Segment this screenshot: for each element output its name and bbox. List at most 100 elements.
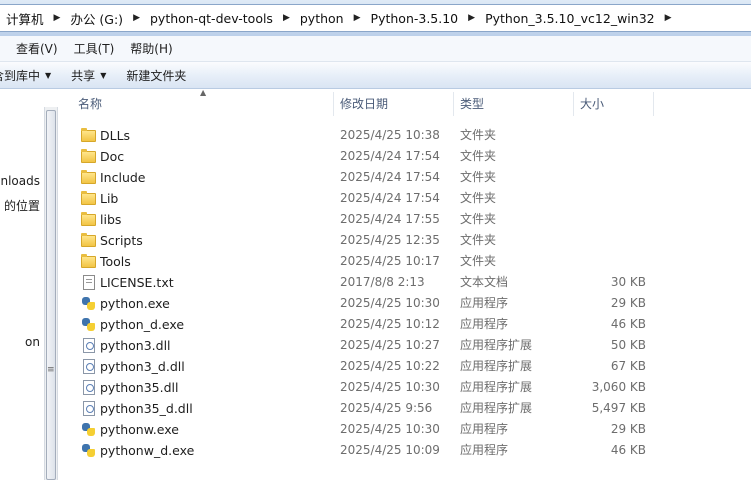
column-header-name[interactable]: 名称: [58, 92, 334, 116]
column-header-modified[interactable]: 修改日期: [334, 92, 454, 116]
file-type: 应用程序扩展: [460, 380, 533, 394]
python-icon: [81, 317, 96, 332]
file-size: 5,497 KB: [591, 401, 646, 415]
file-modified-date: 2025/4/25 10:30: [340, 380, 440, 394]
command-bar: 含到库中 ▼ 共享 ▼ 新建文件夹: [0, 62, 751, 89]
dll-file-icon: [83, 359, 95, 374]
file-size: 30 KB: [610, 275, 646, 289]
file-row[interactable]: python35.dll 2025/4/25 10:30 应用程序扩展 3,060 K…: [58, 377, 751, 398]
file-row[interactable]: pythonw_d.exe 2025/4/25 10:09 应用程序 46 KB: [58, 440, 751, 461]
chevron-right-icon[interactable]: ▶: [50, 13, 65, 23]
file-modified-date: 2025/4/25 10:09: [340, 443, 440, 457]
menu-view[interactable]: 查看(V): [0, 40, 66, 57]
file-row[interactable]: python3_d.dll 2025/4/25 10:22 应用程序扩展 67 KB: [58, 356, 751, 377]
python-icon: [81, 422, 96, 437]
column-header-size[interactable]: 大小: [574, 92, 654, 116]
file-size: 29 KB: [610, 422, 646, 436]
breadcrumb-python-qt-dev-tools[interactable]: python-qt-dev-tools: [144, 11, 279, 26]
column-header-row: ▲ 名称 修改日期 类型 大小: [58, 88, 751, 116]
nav-item-partial[interactable]: on: [25, 335, 40, 349]
share-label: 共享: [71, 68, 96, 83]
scrollbar-thumb[interactable]: [46, 110, 56, 480]
file-row[interactable]: Tools 2025/4/25 10:17 文件夹: [58, 251, 751, 272]
folder-icon: [81, 149, 96, 163]
python-icon: [81, 443, 96, 458]
file-type: 文件夹: [460, 170, 497, 184]
file-name: python35.dll: [100, 380, 179, 395]
file-type: 文件夹: [460, 128, 497, 142]
chevron-right-icon[interactable]: ▶: [661, 13, 676, 23]
file-row[interactable]: libs 2025/4/24 17:55 文件夹: [58, 209, 751, 230]
include-in-library-label: 含到库中: [0, 68, 41, 83]
file-name: python3.dll: [100, 338, 171, 353]
folder-icon: [81, 233, 96, 247]
file-row[interactable]: Include 2025/4/24 17:54 文件夹: [58, 167, 751, 188]
file-type: 应用程序: [460, 317, 509, 331]
breadcrumb-python[interactable]: python: [294, 11, 350, 26]
python-icon: [81, 296, 96, 311]
share-button[interactable]: 共享 ▼: [61, 67, 116, 84]
breadcrumb-computer[interactable]: 计算机: [0, 9, 50, 28]
file-modified-date: 2025/4/24 17:55: [340, 212, 440, 226]
breadcrumb-python-3510[interactable]: Python-3.5.10: [365, 11, 465, 26]
folder-icon: [81, 254, 96, 268]
dll-file-icon: [83, 401, 95, 416]
file-size: 29 KB: [610, 296, 646, 310]
column-header-type[interactable]: 类型: [454, 92, 574, 116]
file-type: 应用程序扩展: [460, 401, 533, 415]
chevron-right-icon[interactable]: ▶: [350, 13, 365, 23]
navigation-scrollbar[interactable]: ≡: [44, 107, 58, 480]
menu-help[interactable]: 帮助(H): [122, 40, 180, 57]
address-bar: 计算机 ▶ 办公 (G:) ▶ python-qt-dev-tools ▶ py…: [0, 0, 751, 36]
file-size: 46 KB: [610, 443, 646, 457]
dll-file-icon: [83, 380, 95, 395]
chevron-right-icon[interactable]: ▶: [129, 13, 144, 23]
file-modified-date: 2025/4/24 17:54: [340, 170, 440, 184]
file-name: pythonw_d.exe: [100, 443, 195, 458]
dropdown-arrow-icon: ▼: [45, 70, 52, 80]
chevron-right-icon[interactable]: ▶: [464, 13, 479, 23]
file-type: 文件夹: [460, 233, 497, 247]
breadcrumb[interactable]: 计算机 ▶ 办公 (G:) ▶ python-qt-dev-tools ▶ py…: [0, 4, 751, 32]
chevron-right-icon[interactable]: ▶: [279, 13, 294, 23]
file-row[interactable]: LICENSE.txt 2017/8/8 2:13 文本文档 30 KB: [58, 272, 751, 293]
file-size: 3,060 KB: [591, 380, 646, 394]
file-type: 文本文档: [460, 275, 509, 289]
folder-icon: [81, 212, 96, 226]
dropdown-arrow-icon: ▼: [100, 70, 107, 80]
file-row[interactable]: pythonw.exe 2025/4/25 10:30 应用程序 29 KB: [58, 419, 751, 440]
file-name: Lib: [100, 191, 119, 206]
file-modified-date: 2025/4/25 10:27: [340, 338, 440, 352]
file-row[interactable]: Lib 2025/4/24 17:54 文件夹: [58, 188, 751, 209]
file-name: Doc: [100, 149, 125, 164]
file-size: 50 KB: [610, 338, 646, 352]
new-folder-button[interactable]: 新建文件夹: [116, 67, 196, 84]
file-type: 应用程序: [460, 443, 509, 457]
text-file-icon: [83, 275, 95, 290]
file-name: python35_d.dll: [100, 401, 193, 416]
file-name: Include: [100, 170, 146, 185]
file-row[interactable]: python.exe 2025/4/25 10:30 应用程序 29 KB: [58, 293, 751, 314]
include-in-library-button[interactable]: 含到库中 ▼: [0, 67, 61, 84]
file-modified-date: 2025/4/25 10:30: [340, 296, 440, 310]
file-type: 应用程序扩展: [460, 359, 533, 373]
file-name: DLLs: [100, 128, 131, 143]
breadcrumb-current-folder[interactable]: Python_3.5.10_vc12_win32: [479, 11, 661, 26]
dll-file-icon: [83, 338, 95, 353]
breadcrumb-drive[interactable]: 办公 (G:): [64, 9, 129, 28]
file-row[interactable]: Scripts 2025/4/25 12:35 文件夹: [58, 230, 751, 251]
folder-icon: [81, 128, 96, 142]
file-modified-date: 2025/4/25 10:17: [340, 254, 440, 268]
menu-tools[interactable]: 工具(T): [66, 40, 123, 57]
file-type: 应用程序: [460, 422, 509, 436]
file-name: Tools: [100, 254, 131, 269]
file-row[interactable]: python3.dll 2025/4/25 10:27 应用程序扩展 50 KB: [58, 335, 751, 356]
file-row[interactable]: python35_d.dll 2025/4/25 9:56 应用程序扩展 5,497 …: [58, 398, 751, 419]
file-row[interactable]: python_d.exe 2025/4/25 10:12 应用程序 46 KB: [58, 314, 751, 335]
nav-item-downloads[interactable]: wnloads: [0, 174, 40, 188]
file-row[interactable]: Doc 2025/4/24 17:54 文件夹: [58, 146, 751, 167]
navigation-pane: wnloads 的位置 on: [0, 89, 44, 480]
nav-item-recent-places[interactable]: 的位置: [4, 197, 40, 214]
file-row[interactable]: DLLs 2025/4/25 10:38 文件夹: [58, 125, 751, 146]
file-name: pythonw.exe: [100, 422, 179, 437]
